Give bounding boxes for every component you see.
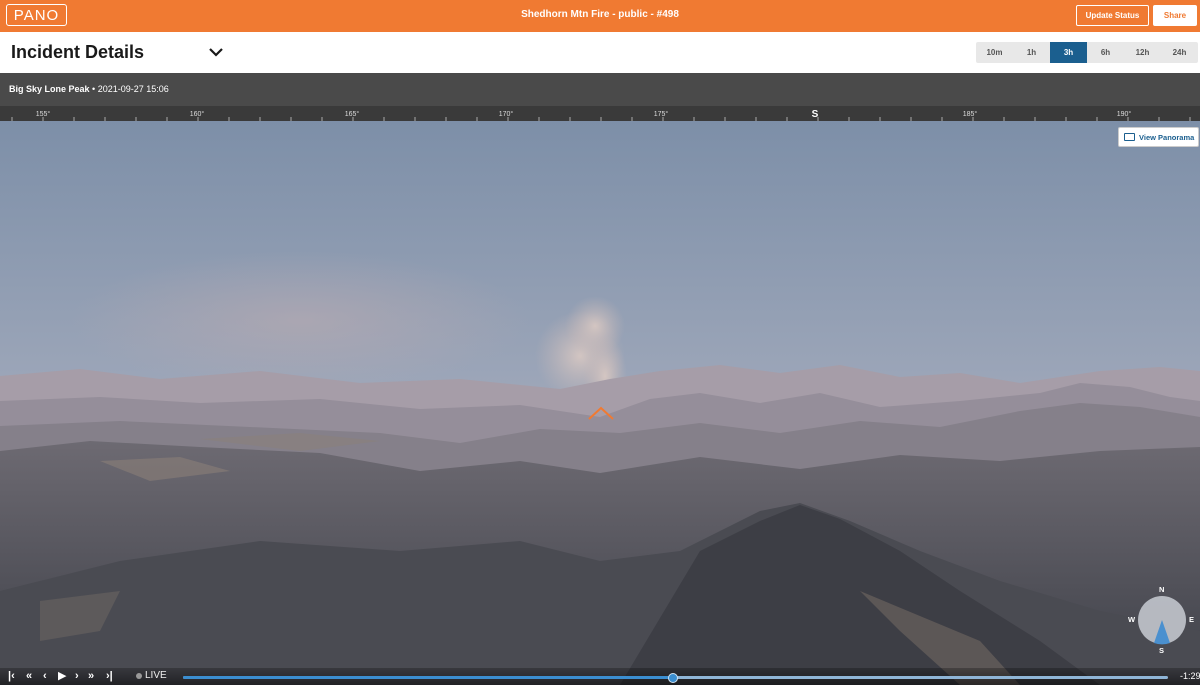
- heading-ruler: 155° 160° 165° 170° 175° S 185° 190°: [0, 106, 1200, 121]
- panorama-icon: [1124, 133, 1135, 141]
- ruler-label-190: 190°: [1117, 110, 1132, 118]
- share-button[interactable]: Share: [1153, 5, 1197, 26]
- ruler-label-165: 165°: [345, 110, 360, 118]
- ruler-label-160: 160°: [190, 110, 205, 118]
- camera-info: Big Sky Lone Peak • 2021-09-27 15:06: [9, 84, 169, 94]
- range-1h-button[interactable]: 1h: [1013, 42, 1050, 63]
- compass-north: N: [1159, 585, 1165, 594]
- fast-forward-icon[interactable]: »: [88, 669, 94, 683]
- ruler-label-170: 170°: [499, 110, 514, 118]
- timeline-progress: [183, 676, 673, 679]
- step-forward-icon[interactable]: ›: [75, 669, 79, 683]
- incident-details-header: Incident Details 10m 1h 3h 6h 12h 24h: [0, 32, 1200, 73]
- range-3h-button[interactable]: 3h: [1050, 42, 1087, 63]
- camera-name: Big Sky Lone Peak: [9, 84, 90, 94]
- play-icon[interactable]: ▶: [58, 669, 66, 683]
- view-panorama-label: View Panorama: [1139, 132, 1195, 142]
- update-status-button[interactable]: Update Status: [1076, 5, 1149, 26]
- live-label: LIVE: [145, 670, 167, 681]
- range-10m-button[interactable]: 10m: [976, 42, 1013, 63]
- range-24h-button[interactable]: 24h: [1161, 42, 1198, 63]
- skip-to-end-icon[interactable]: ›|: [106, 669, 113, 683]
- compass-south: S: [1159, 646, 1165, 655]
- camera-info-bar: Big Sky Lone Peak • 2021-09-27 15:06: [0, 73, 1200, 106]
- camera-timestamp: 2021-09-27 15:06: [97, 84, 169, 94]
- timeline-thumb[interactable]: [667, 673, 678, 683]
- top-bar: PANO Shedhorn Mtn Fire - public - #498 U…: [0, 0, 1200, 32]
- time-range-selector: 10m 1h 3h 6h 12h 24h: [976, 42, 1198, 63]
- chevron-down-icon[interactable]: [208, 46, 224, 58]
- playback-bar: |‹ « ‹ ▶ › » ›| LIVE -1:29: [0, 668, 1200, 685]
- time-remaining: -1:29: [1180, 671, 1200, 681]
- rewind-icon[interactable]: «: [26, 669, 32, 683]
- pano-logo[interactable]: PANO: [6, 4, 67, 26]
- compass-west: W: [1128, 615, 1136, 624]
- compass-east: E: [1189, 615, 1195, 624]
- incident-title: Shedhorn Mtn Fire - public - #498: [521, 9, 679, 20]
- live-button[interactable]: LIVE: [136, 670, 167, 681]
- step-back-icon[interactable]: ‹: [43, 669, 47, 683]
- heading-ruler-svg: 155° 160° 165° 170° 175° S 185° 190°: [11, 109, 1191, 121]
- range-12h-button[interactable]: 12h: [1124, 42, 1161, 63]
- info-separator: •: [89, 84, 98, 94]
- ruler-label-155: 155°: [36, 110, 51, 118]
- landscape-image: [0, 121, 1200, 685]
- camera-image[interactable]: [0, 121, 1200, 685]
- ruler-label-south: S: [812, 109, 819, 120]
- range-6h-button[interactable]: 6h: [1087, 42, 1124, 63]
- view-panorama-button[interactable]: View Panorama: [1118, 127, 1199, 147]
- ruler-label-175: 175°: [654, 110, 669, 118]
- skip-to-start-icon[interactable]: |‹: [8, 669, 15, 683]
- ruler-label-185: 185°: [963, 110, 978, 118]
- timeline-slider[interactable]: [183, 673, 1168, 683]
- compass-widget: N E S W: [1128, 585, 1194, 657]
- incident-details-title: Incident Details: [11, 42, 145, 62]
- live-indicator-icon: [136, 672, 142, 679]
